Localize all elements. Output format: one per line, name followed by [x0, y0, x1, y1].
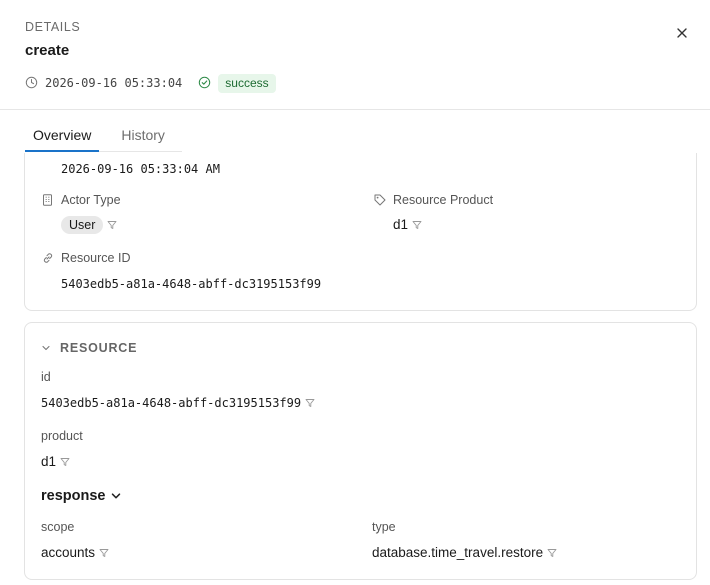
- scope-field-row: accounts: [41, 545, 109, 560]
- product-field-value: d1: [41, 454, 57, 469]
- response-section-toggle[interactable]: response: [41, 488, 122, 504]
- scope-field-label: scope: [41, 520, 75, 534]
- status-badge: success: [218, 73, 276, 93]
- tab-bar: Overview History: [25, 121, 182, 152]
- type-field-label: type: [372, 520, 396, 534]
- event-time-value: 2026-09-16 05:33:04 AM: [61, 162, 220, 176]
- tab-overview[interactable]: Overview: [25, 121, 100, 152]
- actor-type-label: Actor Type: [61, 193, 121, 207]
- resource-id-field-row: 5403edb5-a81a-4648-abff-dc3195153f99: [41, 396, 315, 410]
- resource-id-value: 5403edb5-a81a-4648-abff-dc3195153f99: [61, 277, 322, 291]
- product-field-label: product: [41, 429, 83, 443]
- tag-icon: [374, 194, 386, 206]
- response-heading: response: [41, 488, 106, 504]
- type-field-value: database.time_travel.restore: [372, 545, 544, 560]
- details-eyebrow: DETAILS: [25, 20, 81, 34]
- filter-icon[interactable]: [305, 398, 315, 408]
- resource-product-value-row: d1: [393, 217, 422, 232]
- filter-icon[interactable]: [412, 220, 422, 230]
- filter-icon[interactable]: [547, 548, 557, 558]
- link-icon: [42, 252, 54, 264]
- resource-id-field-label: id: [41, 370, 51, 384]
- building-icon: [42, 194, 54, 206]
- resource-product-value: d1: [393, 217, 409, 232]
- clock-icon: [25, 76, 39, 90]
- resource-product-label: Resource Product: [393, 193, 494, 207]
- resource-heading: RESOURCE: [60, 341, 138, 355]
- actor-type-chip: User: [61, 216, 104, 234]
- filter-icon[interactable]: [60, 457, 70, 467]
- resource-product-label-row: Resource Product: [374, 193, 493, 207]
- details-header: DETAILS create 2026-09-16 05:33:04 succe…: [0, 0, 710, 110]
- chevron-down-icon: [110, 490, 122, 502]
- actor-type-label-row: Actor Type: [42, 193, 121, 207]
- scope-field-value: accounts: [41, 545, 96, 560]
- resource-id-field-value: 5403edb5-a81a-4648-abff-dc3195153f99: [41, 396, 302, 410]
- resource-id-label: Resource ID: [61, 251, 131, 265]
- overview-card: 2026-09-16 05:33:04 AM Actor Type User R…: [24, 153, 697, 311]
- filter-icon[interactable]: [107, 220, 117, 230]
- check-circle-icon: [198, 76, 212, 90]
- resource-section-toggle[interactable]: RESOURCE: [41, 341, 137, 355]
- resource-id-label-row: Resource ID: [42, 251, 130, 265]
- meta-row: 2026-09-16 05:33:04 success: [25, 73, 276, 93]
- event-timestamp: 2026-09-16 05:33:04: [45, 76, 183, 90]
- tab-history[interactable]: History: [113, 121, 173, 152]
- resource-card: RESOURCE id 5403edb5-a81a-4648-abff-dc31…: [24, 322, 697, 580]
- actor-type-value-row: User: [61, 216, 117, 234]
- product-field-row: d1: [41, 454, 70, 469]
- close-button[interactable]: [672, 23, 692, 43]
- close-icon: [677, 28, 687, 38]
- chevron-down-icon: [41, 343, 51, 353]
- filter-icon[interactable]: [99, 548, 109, 558]
- page-title: create: [25, 42, 70, 59]
- type-field-row: database.time_travel.restore: [372, 545, 557, 560]
